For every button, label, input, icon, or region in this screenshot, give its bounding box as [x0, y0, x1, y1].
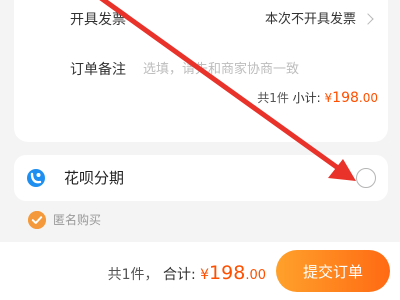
- anonymous-label: 匿名购买: [53, 213, 102, 227]
- chevron-right-icon: [362, 13, 374, 25]
- remark-label: 订单备注: [70, 62, 126, 78]
- submit-order-button[interactable]: 提交订单: [276, 250, 390, 292]
- subtotal-amount: 198: [332, 90, 359, 106]
- checkout-bar: 共1件， 合计: ¥198.00 提交订单: [0, 242, 400, 300]
- remark-input[interactable]: 选填，请先和商家协商一致: [143, 58, 299, 82]
- subtotal-count: 共1件: [257, 91, 289, 105]
- invoice-row[interactable]: 开具发票 本次不开具发票: [14, 8, 388, 32]
- invoice-label: 开具发票: [70, 12, 126, 28]
- total-decimal: .00: [245, 268, 266, 283]
- total-currency: ¥: [200, 267, 210, 283]
- huabei-icon: [27, 169, 45, 187]
- check-icon[interactable]: [28, 211, 46, 229]
- huabei-radio[interactable]: [356, 168, 376, 188]
- subtotal: 共1件 小计: ¥198.00: [257, 88, 378, 108]
- huabei-installment-option[interactable]: 花呗分期: [14, 155, 388, 201]
- total-price: ¥198.00: [200, 262, 266, 284]
- order-info-card: 开具发票 本次不开具发票 订单备注 选填，请先和商家协商一致 共1件 小计: ¥…: [14, 0, 388, 142]
- remark-row: 订单备注 选填，请先和商家协商一致: [14, 58, 388, 82]
- total-count: 共1件，: [107, 267, 159, 283]
- total-amount: 198: [209, 262, 246, 284]
- subtotal-label: 小计:: [292, 91, 321, 105]
- total-label: 合计:: [162, 267, 196, 283]
- order-total: 共1件， 合计: ¥198.00: [108, 260, 266, 289]
- huabei-label: 花呗分期: [64, 169, 125, 187]
- invoice-value: 本次不开具发票: [264, 12, 356, 27]
- subtotal-decimal: .00: [358, 91, 378, 105]
- subtotal-price: ¥198.00: [325, 90, 378, 106]
